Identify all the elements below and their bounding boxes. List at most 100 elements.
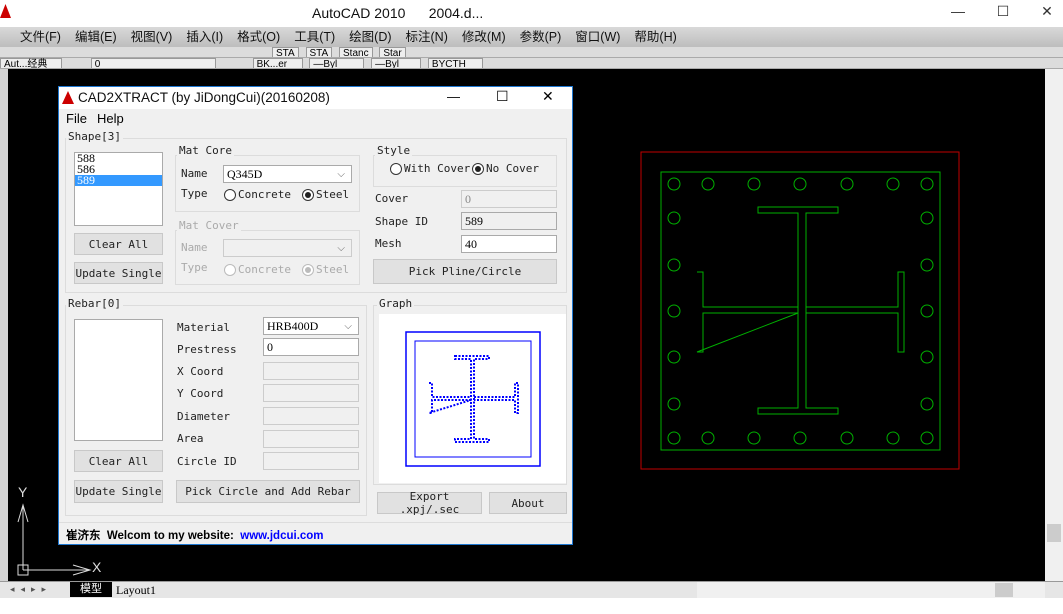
rebar-circle[interactable] xyxy=(747,177,761,191)
graph-label: Graph xyxy=(377,297,415,310)
circle-id-field[interactable] xyxy=(263,452,359,470)
text-style-select[interactable]: STA xyxy=(272,47,299,57)
workspace-select[interactable]: Aut...经典 xyxy=(0,58,62,68)
hscroll-thumb[interactable] xyxy=(995,583,1013,597)
with-cover-radio[interactable]: With Cover xyxy=(390,162,470,175)
section-graph xyxy=(379,314,566,483)
export-button[interactable]: Export .xpj/.sec xyxy=(377,490,482,516)
rebar-circle[interactable] xyxy=(701,431,715,445)
mat-core-steel-radio[interactable]: Steel xyxy=(302,188,349,201)
dialog-maximize-button[interactable]: ☐ xyxy=(496,88,509,105)
dialog-title: CAD2XTRACT (by JiDongCui)(20160208) xyxy=(78,90,330,105)
rebar-list[interactable] xyxy=(74,319,163,441)
shape-list[interactable]: 588 586 589 xyxy=(74,152,163,226)
close-button[interactable]: ✕ xyxy=(1032,3,1062,20)
mat-core-concrete-radio[interactable]: Concrete xyxy=(224,188,291,201)
menu-draw[interactable]: 绘图(D) xyxy=(349,27,391,47)
rebar-circle[interactable] xyxy=(667,350,681,364)
rebar-circle[interactable] xyxy=(920,350,934,364)
radio-icon xyxy=(390,163,402,175)
menu-insert[interactable]: 插入(I) xyxy=(186,27,223,47)
multileader-style-select[interactable]: Star xyxy=(379,47,406,57)
mat-cover-label: Mat Cover xyxy=(177,219,241,232)
rebar-circle[interactable] xyxy=(667,177,681,191)
minimize-button[interactable]: — xyxy=(943,3,973,19)
rebar-circle[interactable] xyxy=(920,397,934,411)
mat-cover-concrete-radio[interactable]: Concrete xyxy=(224,263,291,276)
menu-format[interactable]: 格式(O) xyxy=(237,27,280,47)
menu-help[interactable]: 帮助(H) xyxy=(634,27,676,47)
menu-window[interactable]: 窗口(W) xyxy=(575,27,620,47)
no-cover-radio[interactable]: No Cover xyxy=(472,162,539,175)
shape-update-single-button[interactable]: Update Single xyxy=(74,262,163,284)
rebar-circle[interactable] xyxy=(920,211,934,225)
rebar-circle[interactable] xyxy=(793,431,807,445)
rebar-circle[interactable] xyxy=(667,397,681,411)
menu-modify[interactable]: 修改(M) xyxy=(462,27,506,47)
pick-circle-add-rebar-button[interactable]: Pick Circle and Add Rebar xyxy=(176,480,360,503)
table-style-select[interactable]: Stanc xyxy=(339,47,373,57)
dim-style-select[interactable]: STA xyxy=(305,47,333,57)
scroll-thumb[interactable] xyxy=(1047,524,1061,542)
dialog-minimize-button[interactable]: — xyxy=(447,89,460,104)
shape-list-item-selected[interactable]: 589 xyxy=(75,174,162,186)
author-name: 崔济东 xyxy=(66,530,101,542)
about-button[interactable]: About xyxy=(489,492,567,514)
rebar-update-single-button[interactable]: Update Single xyxy=(74,480,163,503)
rebar-circle[interactable] xyxy=(793,177,807,191)
area-field[interactable] xyxy=(263,430,359,448)
website-link[interactable]: www.jdcui.com xyxy=(240,530,323,542)
mesh-field[interactable]: 40 xyxy=(461,235,557,253)
linetype-select[interactable]: —Byl xyxy=(309,58,365,68)
rebar-circle[interactable] xyxy=(920,431,934,445)
rebar-circle[interactable] xyxy=(886,177,900,191)
maximize-button[interactable]: ☐ xyxy=(988,3,1018,20)
diameter-field[interactable] xyxy=(263,407,359,425)
mat-core-name-select[interactable]: Q345D ⌵ xyxy=(223,165,352,183)
shape-id-field[interactable]: 589 xyxy=(461,212,557,230)
dialog-menu-help[interactable]: Help xyxy=(97,111,124,126)
rebar-circle[interactable] xyxy=(920,258,934,272)
rebar-circle[interactable] xyxy=(667,258,681,272)
rebar-circle[interactable] xyxy=(920,177,934,191)
horizontal-scrollbar[interactable] xyxy=(697,582,1045,598)
lineweight-select[interactable]: —Byl xyxy=(371,58,422,68)
plotstyle-select[interactable]: BYCTH xyxy=(427,58,483,68)
ucs-y-label: Y xyxy=(18,484,28,500)
menu-parameters[interactable]: 参数(P) xyxy=(520,27,562,47)
color-select[interactable]: BK...er xyxy=(252,58,303,68)
mat-cover-steel-radio[interactable]: Steel xyxy=(302,263,349,276)
prestress-field[interactable]: 0 xyxy=(263,338,359,356)
menu-dimension[interactable]: 标注(N) xyxy=(406,27,448,47)
y-coord-field[interactable] xyxy=(263,384,359,402)
menu-edit[interactable]: 编辑(E) xyxy=(75,27,117,47)
rebar-circle[interactable] xyxy=(667,431,681,445)
rebar-circle[interactable] xyxy=(840,177,854,191)
tab-layout1[interactable]: Layout1 xyxy=(116,583,156,598)
vertical-scrollbar[interactable] xyxy=(1045,69,1063,581)
shape-clear-all-button[interactable]: Clear All xyxy=(74,233,163,255)
rebar-circle[interactable] xyxy=(920,304,934,318)
autocad-logo-icon[interactable] xyxy=(0,4,11,18)
tab-navigation-arrows[interactable]: ◂◂▸▸ xyxy=(10,584,52,595)
tab-model[interactable]: 模型 xyxy=(70,582,112,597)
rebar-circle[interactable] xyxy=(840,431,854,445)
x-coord-field[interactable] xyxy=(263,362,359,380)
menu-file[interactable]: 文件(F) xyxy=(20,27,61,47)
rebar-circle[interactable] xyxy=(701,177,715,191)
rebar-material-select[interactable]: HRB400D ⌵ xyxy=(263,317,359,335)
layer-select[interactable]: 0 xyxy=(90,58,216,68)
menu-view[interactable]: 视图(V) xyxy=(131,27,173,47)
rebar-clear-all-button[interactable]: Clear All xyxy=(74,450,163,472)
pick-pline-circle-button[interactable]: Pick Pline/Circle xyxy=(373,259,557,284)
dialog-close-button[interactable]: ✕ xyxy=(542,88,554,105)
menu-tools[interactable]: 工具(T) xyxy=(294,27,335,47)
x-coord-label: X Coord xyxy=(177,365,224,378)
dialog-menu-file[interactable]: File xyxy=(66,111,87,126)
cover-field[interactable]: 0 xyxy=(461,190,557,208)
rebar-circle[interactable] xyxy=(667,211,681,225)
mat-cover-name-select[interactable]: ⌵ xyxy=(223,239,352,257)
rebar-circle[interactable] xyxy=(747,431,761,445)
rebar-circle[interactable] xyxy=(886,431,900,445)
rebar-circle[interactable] xyxy=(667,304,681,318)
